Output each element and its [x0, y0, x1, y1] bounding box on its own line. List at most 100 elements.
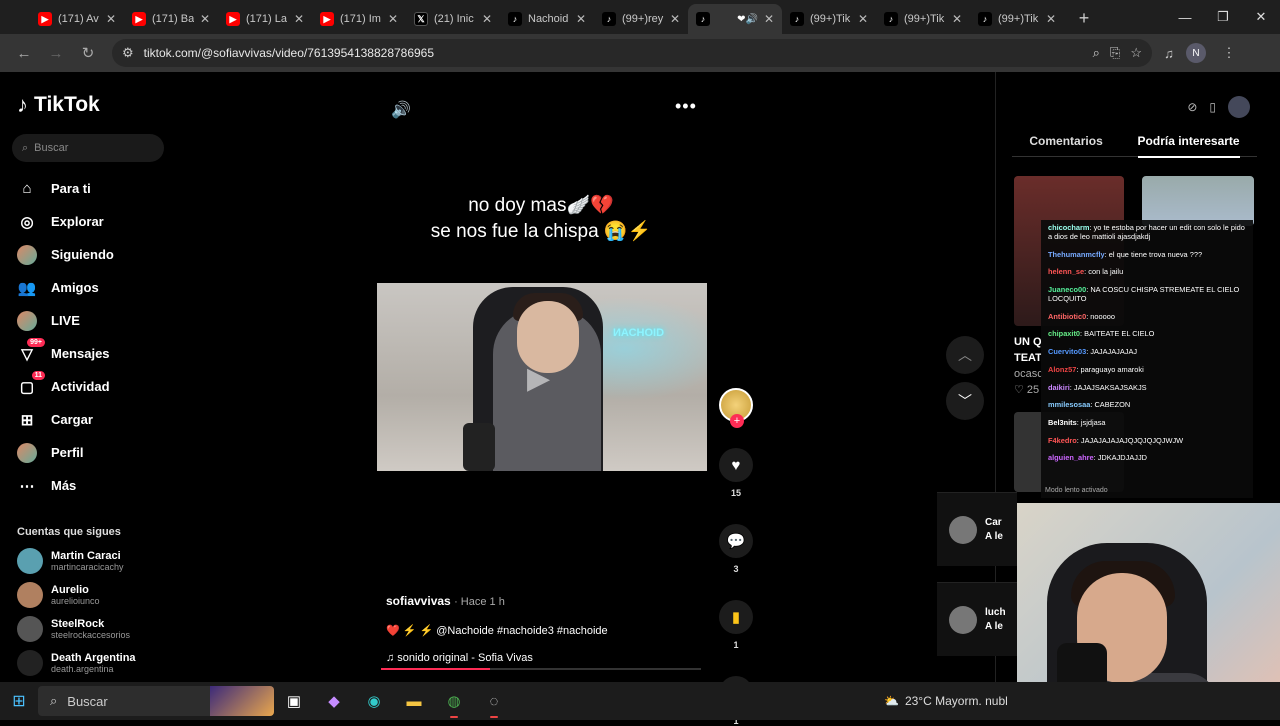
- tab-podria-interesarte[interactable]: Podría interesarte: [1137, 134, 1240, 158]
- heart-icon[interactable]: ♥: [719, 448, 753, 482]
- sidebar-item-para-ti[interactable]: ⌂ Para ti: [17, 172, 185, 205]
- media-control-icon[interactable]: ♫: [1156, 46, 1182, 61]
- sidebar-item-cargar[interactable]: ⊞ Cargar: [17, 403, 185, 436]
- url-text[interactable]: tiktok.com/@sofiavvivas/video/7613954138…: [144, 46, 1083, 60]
- browser-tab[interactable]: ♪ (99+)rey ✕: [594, 4, 688, 34]
- save-action[interactable]: ▮ 1: [719, 600, 753, 650]
- follow-plus-icon[interactable]: +: [730, 414, 744, 428]
- audio-playing-icon[interactable]: ❤🔊: [737, 14, 758, 25]
- sidebar-item-siguiendo[interactable]: Siguiendo: [17, 238, 185, 271]
- windows-start-icon[interactable]: ⊞: [0, 682, 38, 720]
- taskbar-search[interactable]: ⌕ Buscar: [38, 686, 274, 716]
- zoom-icon[interactable]: ⌕: [1093, 45, 1100, 61]
- video-description[interactable]: ❤️ ⚡ ⚡ @Nachoide #nachoide3 #nachoide: [386, 624, 706, 637]
- comment-card[interactable]: Car A le: [937, 492, 1017, 566]
- comment-bubble-icon[interactable]: 💬: [719, 524, 753, 558]
- browser-tab[interactable]: ♪ Nachoid ✕: [500, 4, 594, 34]
- site-info-icon[interactable]: ⚙: [122, 45, 134, 61]
- taskbar-search-placeholder: Buscar: [67, 693, 108, 709]
- copilot-icon[interactable]: ◆: [314, 682, 354, 720]
- more-options-icon[interactable]: •••: [675, 96, 697, 117]
- browser-tab[interactable]: ▶ (171) Im ✕: [312, 4, 406, 34]
- browser-tab[interactable]: 𝕏 (21) Inic ✕: [406, 4, 500, 34]
- menu-kebab-icon[interactable]: ⋮: [1216, 45, 1242, 61]
- sidebar-item-label: Cargar: [51, 412, 93, 427]
- close-tab-icon[interactable]: ✕: [670, 12, 680, 26]
- chrome-icon[interactable]: ◍: [434, 682, 474, 720]
- file-explorer-icon[interactable]: ▬: [394, 682, 434, 720]
- tiktok-logo[interactable]: ♪ TikTok: [17, 92, 185, 118]
- user-avatar[interactable]: [1228, 96, 1250, 118]
- compass-icon: ◎: [20, 213, 34, 231]
- close-tab-icon[interactable]: ✕: [858, 12, 868, 26]
- restore-button[interactable]: ❐: [1204, 0, 1242, 34]
- following-account[interactable]: SteelRock steelrockaccesorios: [17, 612, 185, 646]
- following-account[interactable]: Aurelio aurelioiunco: [17, 578, 185, 612]
- close-tab-icon[interactable]: ✕: [482, 12, 492, 26]
- address-bar[interactable]: ⚙ tiktok.com/@sofiavvivas/video/76139541…: [112, 39, 1152, 67]
- previous-video-button[interactable]: ︿: [946, 336, 984, 374]
- account-avatar: [17, 650, 43, 676]
- new-tab-button[interactable]: +: [1070, 4, 1098, 32]
- close-window-button[interactable]: ✕: [1242, 0, 1280, 34]
- sidebar-item-perfil[interactable]: Perfil: [17, 436, 185, 469]
- close-tab-icon[interactable]: ✕: [952, 12, 962, 26]
- task-view-icon[interactable]: ▣: [274, 682, 314, 720]
- next-video-button[interactable]: ﹀: [946, 382, 984, 420]
- more-icon: ⋯: [19, 477, 35, 495]
- author-name[interactable]: sofiavvivas: [386, 594, 451, 608]
- bookmark-star-icon[interactable]: ☆: [1130, 45, 1142, 61]
- tab-comentarios[interactable]: Comentarios: [1029, 134, 1102, 148]
- sound-link[interactable]: ♫ sonido original - Sofia Vivas: [386, 652, 706, 664]
- close-tab-icon[interactable]: ✕: [106, 12, 116, 26]
- comment-card[interactable]: luch A le: [937, 582, 1017, 656]
- back-button[interactable]: ←: [10, 39, 38, 67]
- close-tab-icon[interactable]: ✕: [764, 12, 774, 26]
- browser-tab[interactable]: ▶ (171) Av ✕: [30, 4, 124, 34]
- browser-tab[interactable]: ♪ (99+)Tik ✕: [782, 4, 876, 34]
- play-icon[interactable]: ▶: [527, 361, 550, 396]
- weather-widget[interactable]: ⛅ 23°C Mayorm. nubl: [884, 682, 1008, 720]
- sidebar-item-m-s[interactable]: ⋯ Más: [17, 469, 185, 502]
- browser-tab[interactable]: ♪ (99+)Tik ✕: [970, 4, 1064, 34]
- sidebar-item-mensajes[interactable]: ▽ 99+ Mensajes: [17, 337, 185, 370]
- browser-tab[interactable]: ♪ ❤🔊 ✕: [688, 4, 782, 34]
- video-progress-bar[interactable]: [381, 668, 701, 670]
- close-tab-icon[interactable]: ✕: [1046, 12, 1056, 26]
- account-handle: aurelioiunco: [51, 596, 100, 606]
- obs-icon[interactable]: ◌: [474, 682, 514, 720]
- search-input[interactable]: ⌕ Buscar: [12, 134, 164, 162]
- like-action[interactable]: ♥ 15: [719, 448, 753, 498]
- sidebar-item-amigos[interactable]: 👥 Amigos: [17, 271, 185, 304]
- close-tab-icon[interactable]: ✕: [200, 12, 210, 26]
- comment-action[interactable]: 💬 3: [719, 524, 753, 574]
- volume-icon[interactable]: 🔊: [391, 100, 411, 120]
- reload-button[interactable]: ↻: [74, 39, 102, 67]
- suggested-video-info[interactable]: UN Q TEAT ocasc ♡ 25: [1014, 334, 1043, 398]
- following-account[interactable]: Death Argentina death.argentina: [17, 646, 185, 680]
- edge-icon[interactable]: ◉: [354, 682, 394, 720]
- close-tab-icon[interactable]: ✕: [388, 12, 398, 26]
- sidebar-item-actividad[interactable]: ▢ 11 Actividad: [17, 370, 185, 403]
- phone-icon[interactable]: ▯: [1209, 100, 1216, 114]
- video-player[interactable]: ИАСHOID ▶: [377, 283, 707, 471]
- close-tab-icon[interactable]: ✕: [576, 12, 586, 26]
- account-name: SteelRock: [51, 618, 105, 630]
- bookmark-icon[interactable]: ▮: [719, 600, 753, 634]
- install-app-icon[interactable]: ⎘: [1110, 45, 1120, 61]
- chat-username: Antibiotic0: [1048, 311, 1087, 321]
- minimize-button[interactable]: —: [1166, 0, 1204, 34]
- profile-button[interactable]: N: [1186, 43, 1212, 63]
- creator-avatar[interactable]: +: [719, 388, 753, 428]
- browser-tab[interactable]: ▶ (171) Ba ✕: [124, 4, 218, 34]
- forward-button[interactable]: →: [42, 39, 70, 67]
- sidebar-item-live[interactable]: LIVE: [17, 304, 185, 337]
- browser-tab[interactable]: ▶ (171) La ✕: [218, 4, 312, 34]
- close-tab-icon[interactable]: ✕: [294, 12, 304, 26]
- tiktok-icon: ♪: [884, 12, 898, 26]
- browser-tab[interactable]: ♪ (99+)Tik ✕: [876, 4, 970, 34]
- sidebar-item-explorar[interactable]: ◎ Explorar: [17, 205, 185, 238]
- compass-icon[interactable]: ⊘: [1187, 100, 1197, 114]
- following-account[interactable]: Martin Caraci martincaracicachy: [17, 544, 185, 578]
- suggested-thumbnail[interactable]: [1142, 176, 1254, 226]
